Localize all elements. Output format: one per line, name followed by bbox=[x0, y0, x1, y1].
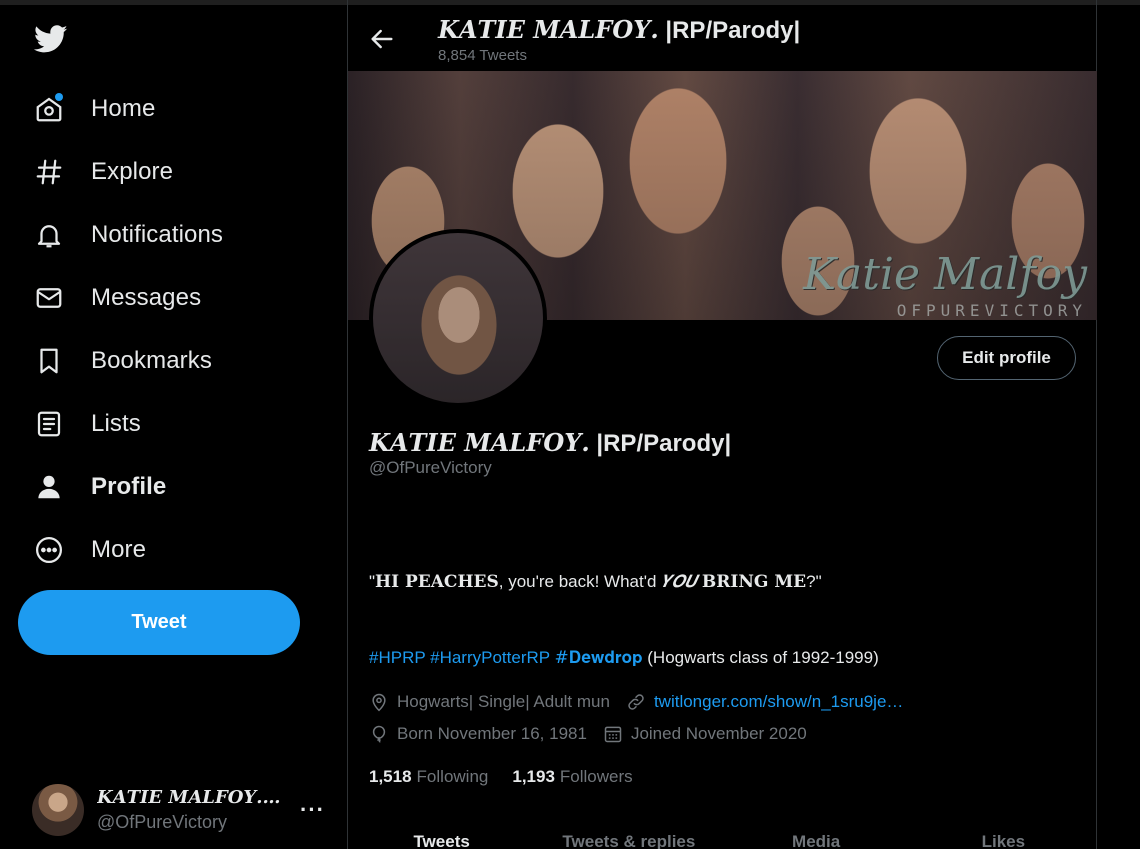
profile-column: 𝑲𝑨𝑻𝑰𝑬 𝑴𝑨𝑳𝑭𝑶𝒀. |RP/Parody| 8,854 Tweets K… bbox=[347, 0, 1097, 849]
following-label: Following bbox=[416, 767, 489, 786]
tab-media[interactable]: Media bbox=[723, 828, 910, 849]
location-pin-icon bbox=[369, 692, 389, 712]
follow-stats: 1,518 Following 1,193 Followers bbox=[369, 767, 633, 787]
display-name-rest: |RP/Parody| bbox=[589, 430, 732, 457]
hashtag-link[interactable]: #HPRP bbox=[369, 648, 425, 667]
edit-profile-button[interactable]: Edit profile bbox=[937, 336, 1076, 380]
sidebar: Home Explore Notifications Messages Book… bbox=[0, 0, 347, 849]
hashtag-link[interactable]: #𝐃𝐞𝐰𝐝𝐫𝐨𝐩 bbox=[555, 648, 643, 668]
nav-item-notifications[interactable]: Notifications bbox=[18, 203, 223, 266]
notification-dot bbox=[55, 92, 63, 101]
tab-tweets[interactable]: Tweets bbox=[348, 828, 535, 849]
banner-signature: Katie Malfoy bbox=[803, 249, 1087, 300]
link-icon bbox=[626, 692, 646, 712]
header-name-rest: |RP/Parody| bbox=[658, 17, 801, 44]
nav-label-explore: Explore bbox=[91, 157, 174, 185]
calendar-icon bbox=[603, 724, 623, 744]
twitter-logo-icon[interactable] bbox=[32, 22, 70, 56]
followers-count: 1,193 bbox=[512, 767, 555, 786]
bio-styled-1: 𝐇𝐈 𝐏𝐄𝐀𝐂𝐇𝐄𝐒 bbox=[375, 572, 499, 592]
page-title: 𝑲𝑨𝑻𝑰𝑬 𝑴𝑨𝑳𝑭𝑶𝒀. |RP/Parody| bbox=[438, 15, 800, 45]
more-dots-icon[interactable]: ··· bbox=[300, 797, 325, 823]
profile-meta-row: Hogwarts| Single| Adult mun twitlonger.c… bbox=[369, 692, 903, 712]
profile-meta-row: Born November 16, 1981 Joined November 2… bbox=[369, 724, 807, 744]
profile-bio: "𝐇𝐈 𝐏𝐄𝐀𝐂𝐇𝐄𝐒, you're back! What'd 𝒀𝑶𝑼 𝐁𝐑𝐈… bbox=[369, 572, 822, 592]
tab-likes[interactable]: Likes bbox=[910, 828, 1097, 849]
following-link[interactable]: 1,518 Following bbox=[369, 767, 488, 787]
profile-website-link[interactable]: twitlonger.com/show/n_1sru9je… bbox=[654, 692, 903, 712]
nav-label-notifications: Notifications bbox=[91, 220, 224, 248]
nav-label-profile: Profile bbox=[91, 472, 167, 500]
account-switcher[interactable]: 𝑲𝑨𝑻𝑰𝑬 𝑴𝑨𝑳𝑭𝑶𝒀. ... @OfPureVictory ··· bbox=[20, 772, 330, 848]
nav-label-more: More bbox=[91, 535, 147, 563]
more-circle-icon bbox=[33, 534, 65, 566]
banner-subtitle: OFPUREVICTORY bbox=[896, 301, 1087, 320]
tweet-count: 8,854 Tweets bbox=[438, 47, 527, 64]
nav-label-bookmarks: Bookmarks bbox=[91, 346, 212, 374]
display-name: 𝑲𝑨𝑻𝑰𝑬 𝑴𝑨𝑳𝑭𝑶𝒀. |RP/Parody| bbox=[369, 428, 731, 458]
profile-header: 𝑲𝑨𝑻𝑰𝑬 𝑴𝑨𝑳𝑭𝑶𝒀. |RP/Parody| 8,854 Tweets bbox=[348, 5, 1097, 71]
bio-hashtags: #HPRP #HarryPotterRP #𝐃𝐞𝐰𝐝𝐫𝐨𝐩 (Hogwarts … bbox=[369, 648, 879, 668]
person-icon bbox=[33, 471, 65, 503]
nav-label-lists: Lists bbox=[91, 409, 141, 437]
bell-icon bbox=[33, 219, 65, 251]
bookmark-icon bbox=[33, 345, 65, 377]
bio-middle: , you're back! What'd bbox=[498, 572, 662, 591]
list-icon bbox=[33, 408, 65, 440]
profile-tabs: Tweets Tweets & replies Media Likes bbox=[348, 828, 1097, 849]
tweet-button[interactable]: Tweet bbox=[18, 590, 300, 655]
hashtag-icon bbox=[33, 156, 65, 188]
bio-end: ?" bbox=[806, 572, 822, 591]
hashtag-link[interactable]: #HarryPotterRP bbox=[430, 648, 550, 667]
display-name-styled: 𝑲𝑨𝑻𝑰𝑬 𝑴𝑨𝑳𝑭𝑶𝒀. bbox=[369, 428, 590, 457]
account-info: 𝑲𝑨𝑻𝑰𝑬 𝑴𝑨𝑳𝑭𝑶𝒀. ... @OfPureVictory bbox=[97, 787, 282, 833]
home-icon bbox=[33, 92, 65, 125]
nav-item-profile[interactable]: Profile bbox=[18, 455, 223, 518]
nav-item-lists[interactable]: Lists bbox=[18, 392, 223, 455]
header-name-styled: 𝑲𝑨𝑻𝑰𝑬 𝑴𝑨𝑳𝑭𝑶𝒀. bbox=[438, 15, 659, 44]
following-count: 1,518 bbox=[369, 767, 412, 786]
bio-styled-2: 𝒀𝑶𝑼 bbox=[661, 572, 698, 592]
profile-join-date: Joined November 2020 bbox=[630, 724, 807, 743]
tab-tweets-replies[interactable]: Tweets & replies bbox=[535, 828, 722, 849]
nav-item-explore[interactable]: Explore bbox=[18, 140, 223, 203]
nav-item-messages[interactable]: Messages bbox=[18, 266, 223, 329]
bio-class-text: (Hogwarts class of 1992-1999) bbox=[647, 648, 879, 667]
bio-styled-3: 𝐁𝐑𝐈𝐍𝐆 𝐌𝐄 bbox=[701, 572, 807, 592]
balloon-icon bbox=[369, 724, 389, 744]
account-name: 𝑲𝑨𝑻𝑰𝑬 𝑴𝑨𝑳𝑭𝑶𝒀. ... bbox=[97, 787, 282, 808]
followers-link[interactable]: 1,193 Followers bbox=[512, 767, 632, 787]
main-nav: Home Explore Notifications Messages Book… bbox=[18, 77, 223, 581]
nav-item-bookmarks[interactable]: Bookmarks bbox=[18, 329, 223, 392]
nav-item-more[interactable]: More bbox=[18, 518, 223, 581]
avatar bbox=[32, 784, 84, 836]
account-handle: @OfPureVictory bbox=[97, 812, 227, 832]
nav-label-messages: Messages bbox=[91, 283, 202, 311]
followers-label: Followers bbox=[559, 767, 633, 786]
profile-avatar[interactable] bbox=[369, 229, 547, 407]
nav-label-home: Home bbox=[91, 94, 156, 122]
profile-birthdate: Born November 16, 1981 bbox=[397, 724, 587, 743]
back-arrow-icon[interactable] bbox=[366, 23, 398, 55]
nav-item-home[interactable]: Home bbox=[18, 77, 223, 140]
profile-handle: @OfPureVictory bbox=[369, 458, 492, 477]
profile-location: Hogwarts| Single| Adult mun bbox=[397, 692, 610, 711]
envelope-icon bbox=[33, 282, 65, 314]
